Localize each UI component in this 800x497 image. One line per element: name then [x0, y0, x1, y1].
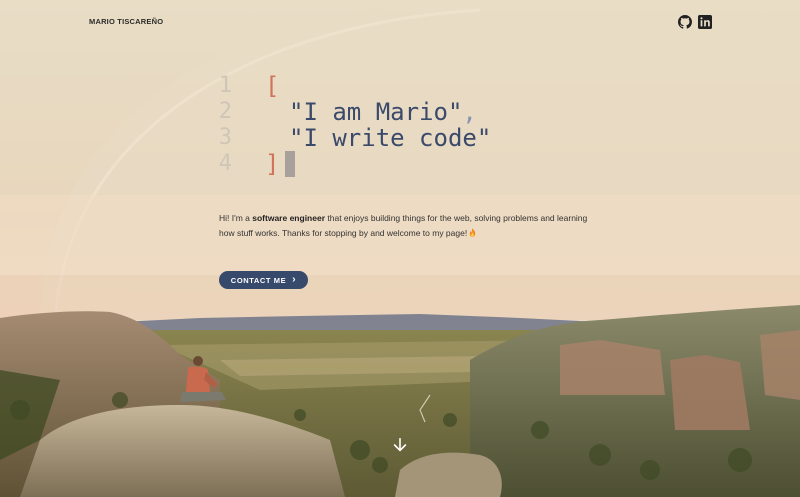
code-string-2: "I write code" [289, 124, 492, 152]
contact-me-label: CONTACT ME [230, 275, 287, 285]
github-icon [677, 14, 692, 29]
contact-me-button[interactable]: CONTACT ME › [219, 271, 308, 289]
open-bracket: [ [265, 72, 280, 100]
code-string-1: "I am Mario" [289, 98, 463, 126]
fire-icon [469, 228, 476, 237]
hero-background-image [0, 0, 800, 497]
linkedin-link[interactable] [697, 14, 712, 29]
line-number: 2 [218, 99, 232, 124]
code-line-4: ] [265, 150, 296, 178]
site-header: MARIO TISCAREÑO [0, 0, 800, 44]
github-link[interactable] [677, 14, 692, 29]
code-line-1: "I am Mario", [289, 99, 477, 125]
intro-highlight: software engineer [252, 213, 326, 223]
close-bracket: ] [265, 150, 280, 178]
intro-prefix: Hi! I'm a [219, 213, 253, 223]
social-links [677, 14, 712, 29]
code-comma: , [462, 98, 477, 126]
arrow-down-icon [393, 437, 407, 452]
chevron-right-icon: › [292, 274, 297, 285]
line-number: 1 [218, 73, 232, 98]
text-cursor [285, 151, 296, 177]
intro-paragraph: Hi! I'm a software engineer that enjoys … [219, 211, 591, 241]
site-brand[interactable]: MARIO TISCAREÑO [89, 17, 163, 26]
line-number: 4 [218, 151, 232, 176]
hero-section [0, 0, 800, 497]
scroll-down-button[interactable] [389, 434, 411, 456]
linkedin-icon [697, 14, 712, 29]
line-number: 3 [218, 125, 232, 150]
